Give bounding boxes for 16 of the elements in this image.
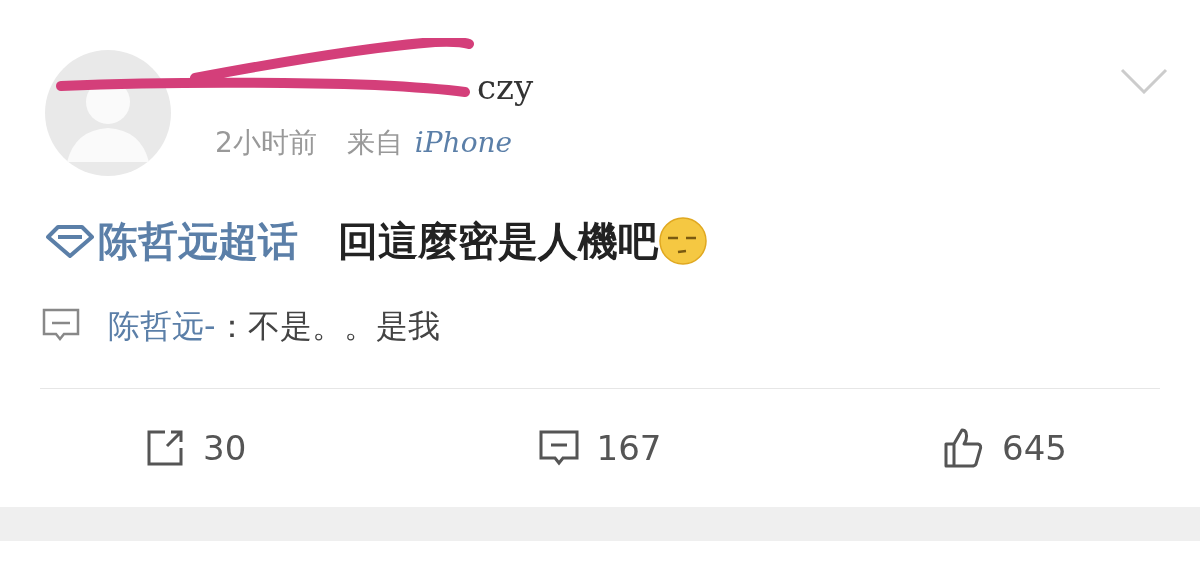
comment-icon[interactable] (538, 428, 579, 468)
source-link[interactable]: iPhone (414, 122, 513, 164)
share-icon[interactable] (145, 428, 185, 468)
commenter-name[interactable]: 陈哲远- (108, 310, 216, 342)
source-label: 来自 (346, 125, 403, 161)
repost-count[interactable]: 30 (203, 422, 247, 474)
emoji-icon (658, 216, 708, 266)
username[interactable]: czy (477, 70, 534, 112)
post-text: 回這麼密是人機吧 (338, 221, 658, 261)
thumbs-up-icon[interactable] (944, 428, 985, 468)
topic-link[interactable]: 陈哲远超话 (98, 221, 298, 261)
comment-text: ：不是。。是我 (215, 310, 440, 342)
like-count[interactable]: 645 (1002, 422, 1067, 474)
avatar[interactable] (45, 50, 171, 176)
post-time: 2小时前 (215, 125, 317, 161)
comment-count[interactable]: 167 (596, 422, 662, 474)
